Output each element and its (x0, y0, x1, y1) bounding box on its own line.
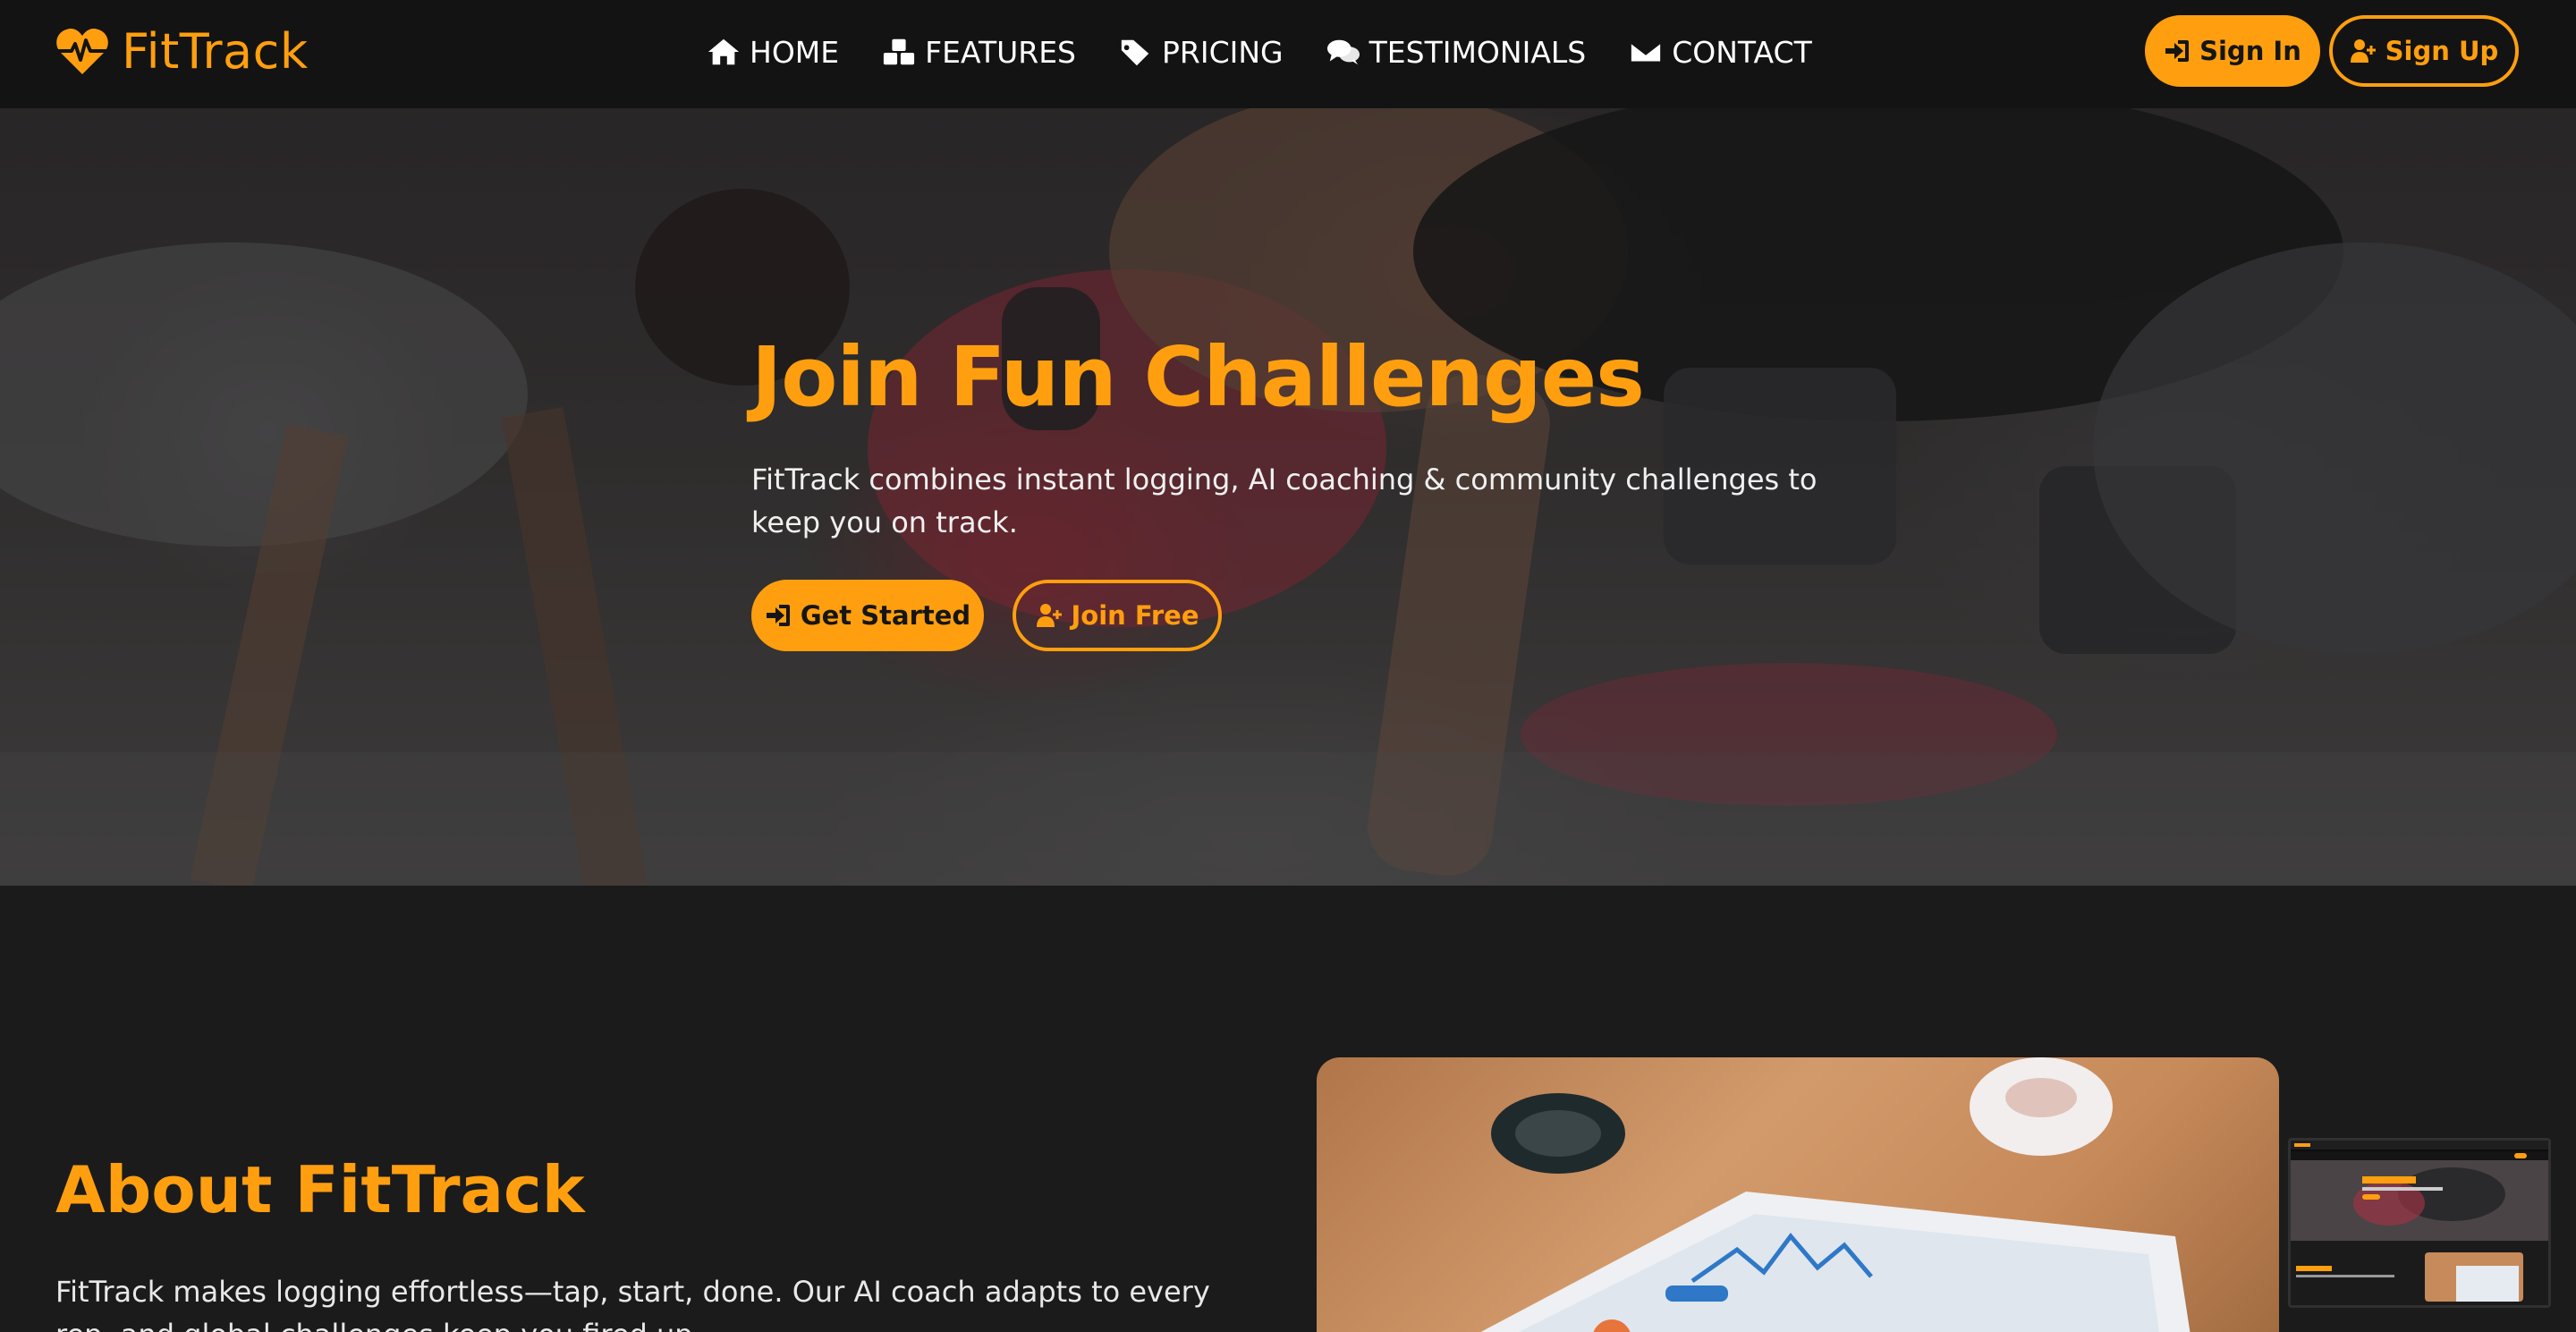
hero-content: Join Fun Challenges FitTrack combines in… (751, 329, 1869, 652)
sign-in-button[interactable]: Sign In (2145, 15, 2320, 87)
brand-logo[interactable]: FitTrack (55, 20, 309, 82)
sign-in-label: Sign In (2199, 36, 2301, 66)
nav-testimonials-label: TESTIMONIALS (1368, 34, 1587, 70)
get-started-button[interactable]: Get Started (751, 580, 984, 652)
top-navbar: FitTrack HOME FEATURES PRICING TESTIMONI… (0, 0, 2576, 108)
about-image (1317, 1057, 2279, 1332)
hero-section: Join Fun Challenges FitTrack combines in… (0, 108, 2576, 886)
cubes-icon (884, 38, 915, 65)
nav-testimonials[interactable]: TESTIMONIALS (1326, 34, 1587, 70)
hero-description: FitTrack combines instant logging, AI co… (751, 462, 1818, 540)
heartbeat-icon (56, 28, 108, 74)
envelope-icon (1631, 41, 1662, 62)
get-started-label: Get Started (800, 600, 971, 632)
sign-up-label: Sign Up (2385, 36, 2499, 66)
join-free-label: Join Free (1071, 600, 1199, 632)
nav-home[interactable]: HOME (707, 35, 839, 70)
tablet-photo (1480, 1057, 2190, 1332)
nav-contact[interactable]: CONTACT (1629, 35, 1812, 70)
home-icon (708, 38, 740, 65)
sign-in-icon (766, 605, 790, 627)
main-menu: HOME FEATURES PRICING TESTIMONIALS CONTA… (707, 27, 1812, 77)
hero-title: Join Fun Challenges (751, 329, 1645, 425)
user-plus-icon (1036, 604, 1062, 628)
nav-home-label: HOME (750, 34, 840, 70)
tags-icon (1121, 39, 1149, 66)
nav-features-label: FEATURES (925, 34, 1077, 70)
thumbnail-preview (2291, 1141, 2548, 1305)
auth-buttons: Sign In Sign Up (2145, 15, 2519, 87)
user-plus-icon (2350, 39, 2376, 63)
nav-features[interactable]: FEATURES (882, 35, 1076, 70)
join-free-button[interactable]: Join Free (1013, 580, 1222, 652)
nav-pricing-label: PRICING (1162, 34, 1284, 70)
sign-up-button[interactable]: Sign Up (2329, 15, 2519, 87)
about-description: FitTrack makes logging effortless—tap, s… (55, 1275, 1210, 1332)
about-title: About FitTrack (55, 1152, 585, 1227)
nav-pricing[interactable]: PRICING (1119, 35, 1284, 70)
page-preview-thumbnail[interactable] (2288, 1138, 2551, 1308)
hero-cta-group: Get Started Join Free (751, 580, 1869, 652)
brand-name: FitTrack (122, 22, 309, 80)
comments-icon (1326, 39, 1360, 65)
nav-contact-label: CONTACT (1672, 34, 1812, 70)
sign-in-icon (2165, 40, 2190, 62)
